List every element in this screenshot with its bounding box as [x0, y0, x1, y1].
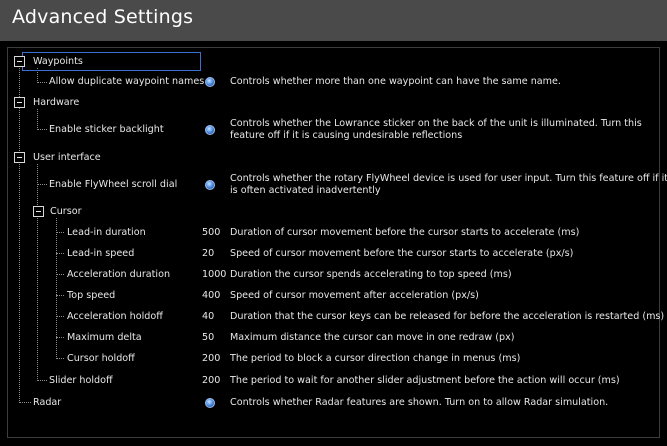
- tree-line-cursor-7: [56, 358, 64, 359]
- tree-line-radar: [19, 402, 31, 403]
- top-speed-desc: Speed of cursor movement after accelerat…: [230, 290, 479, 301]
- lead-in-speed-value[interactable]: 20: [202, 248, 214, 260]
- radar-desc: Controls whether Radar features are show…: [230, 397, 609, 408]
- cursor-holdoff-label[interactable]: Cursor holdoff: [67, 353, 135, 365]
- acceleration-duration-value[interactable]: 1000: [202, 269, 226, 281]
- collapse-cursor-toggle[interactable]: [33, 206, 44, 217]
- acceleration-holdoff-desc: Duration that the cursor keys can be rel…: [230, 311, 665, 322]
- window-title: Advanced Settings: [12, 6, 194, 28]
- top-speed-value[interactable]: 400: [202, 290, 220, 302]
- allow-duplicate-waypoint-desc: Controls whether more than one waypoint …: [230, 76, 561, 87]
- tree-line-cursor-2: [56, 253, 64, 254]
- flywheel-label[interactable]: Enable FlyWheel scroll dial: [49, 179, 177, 191]
- sticker-backlight-desc-line2: feature off if it is causing undesirable…: [230, 130, 463, 141]
- tree-line-cursor-3: [56, 274, 64, 275]
- lead-in-speed-desc: Speed of cursor movement before the curs…: [230, 248, 574, 259]
- advanced-settings-window: Advanced Settings Waypoints Allow duplic…: [0, 0, 667, 446]
- slider-holdoff-label[interactable]: Slider holdoff: [49, 375, 113, 387]
- lead-in-duration-label[interactable]: Lead-in duration: [67, 227, 146, 239]
- tree-line-waypoints-child: [37, 82, 47, 83]
- lead-in-duration-desc: Duration of cursor movement before the c…: [230, 227, 580, 238]
- slider-holdoff-value[interactable]: 200: [202, 375, 220, 387]
- flywheel-desc-line1: Controls whether the rotary FlyWheel dev…: [230, 173, 667, 184]
- tree-line-cursor-1: [56, 232, 64, 233]
- tree-line-ui: [37, 164, 38, 381]
- tree-line-flywheel: [37, 184, 47, 185]
- cursor-holdoff-desc: The period to block a cursor direction c…: [230, 353, 521, 364]
- slider-holdoff-desc: The period to wait for another slider ad…: [230, 375, 620, 386]
- acceleration-holdoff-label[interactable]: Acceleration holdoff: [67, 311, 163, 323]
- waypoints-group-label[interactable]: Waypoints: [33, 56, 83, 68]
- allow-duplicate-waypoint-toggle[interactable]: [205, 77, 215, 87]
- tree-line-hardware-child: [37, 129, 47, 130]
- cursor-group-label[interactable]: Cursor: [50, 206, 82, 218]
- collapse-user-interface-toggle[interactable]: [14, 152, 25, 163]
- tree-line-hardware: [37, 109, 38, 130]
- radar-label[interactable]: Radar: [33, 397, 61, 409]
- top-speed-label[interactable]: Top speed: [67, 290, 115, 302]
- acceleration-holdoff-value[interactable]: 40: [202, 311, 214, 323]
- tree-line-cursor-4: [56, 295, 64, 296]
- sticker-backlight-toggle[interactable]: [205, 125, 215, 135]
- sticker-backlight-desc-line1: Controls whether the Lowrance sticker on…: [230, 118, 642, 129]
- cursor-holdoff-value[interactable]: 200: [202, 353, 220, 365]
- lead-in-duration-value[interactable]: 500: [202, 227, 220, 239]
- allow-duplicate-waypoint-label[interactable]: Allow duplicate waypoint names: [49, 76, 204, 88]
- acceleration-duration-desc: Duration the cursor spends accelerating …: [230, 269, 512, 280]
- user-interface-group-label[interactable]: User interface: [33, 152, 101, 164]
- tree-line-root: [19, 68, 20, 403]
- radar-toggle[interactable]: [205, 398, 215, 408]
- flywheel-toggle[interactable]: [205, 180, 215, 190]
- tree-line-slider: [37, 380, 47, 381]
- maximum-delta-desc: Maximum distance the cursor can move in …: [230, 332, 515, 343]
- tree-line-cursor-5: [56, 316, 64, 317]
- flywheel-desc-line2: is often activated inadvertently: [230, 185, 381, 196]
- title-bar: Advanced Settings: [0, 0, 667, 41]
- maximum-delta-value[interactable]: 50: [202, 332, 214, 344]
- tree-line-cursor-6: [56, 337, 64, 338]
- collapse-waypoints-toggle[interactable]: [14, 56, 25, 67]
- lead-in-speed-label[interactable]: Lead-in speed: [67, 248, 134, 260]
- acceleration-duration-label[interactable]: Acceleration duration: [67, 269, 170, 281]
- collapse-hardware-toggle[interactable]: [14, 97, 25, 108]
- maximum-delta-label[interactable]: Maximum delta: [67, 332, 142, 344]
- hardware-group-label[interactable]: Hardware: [33, 97, 79, 109]
- sticker-backlight-label[interactable]: Enable sticker backlight: [49, 124, 164, 136]
